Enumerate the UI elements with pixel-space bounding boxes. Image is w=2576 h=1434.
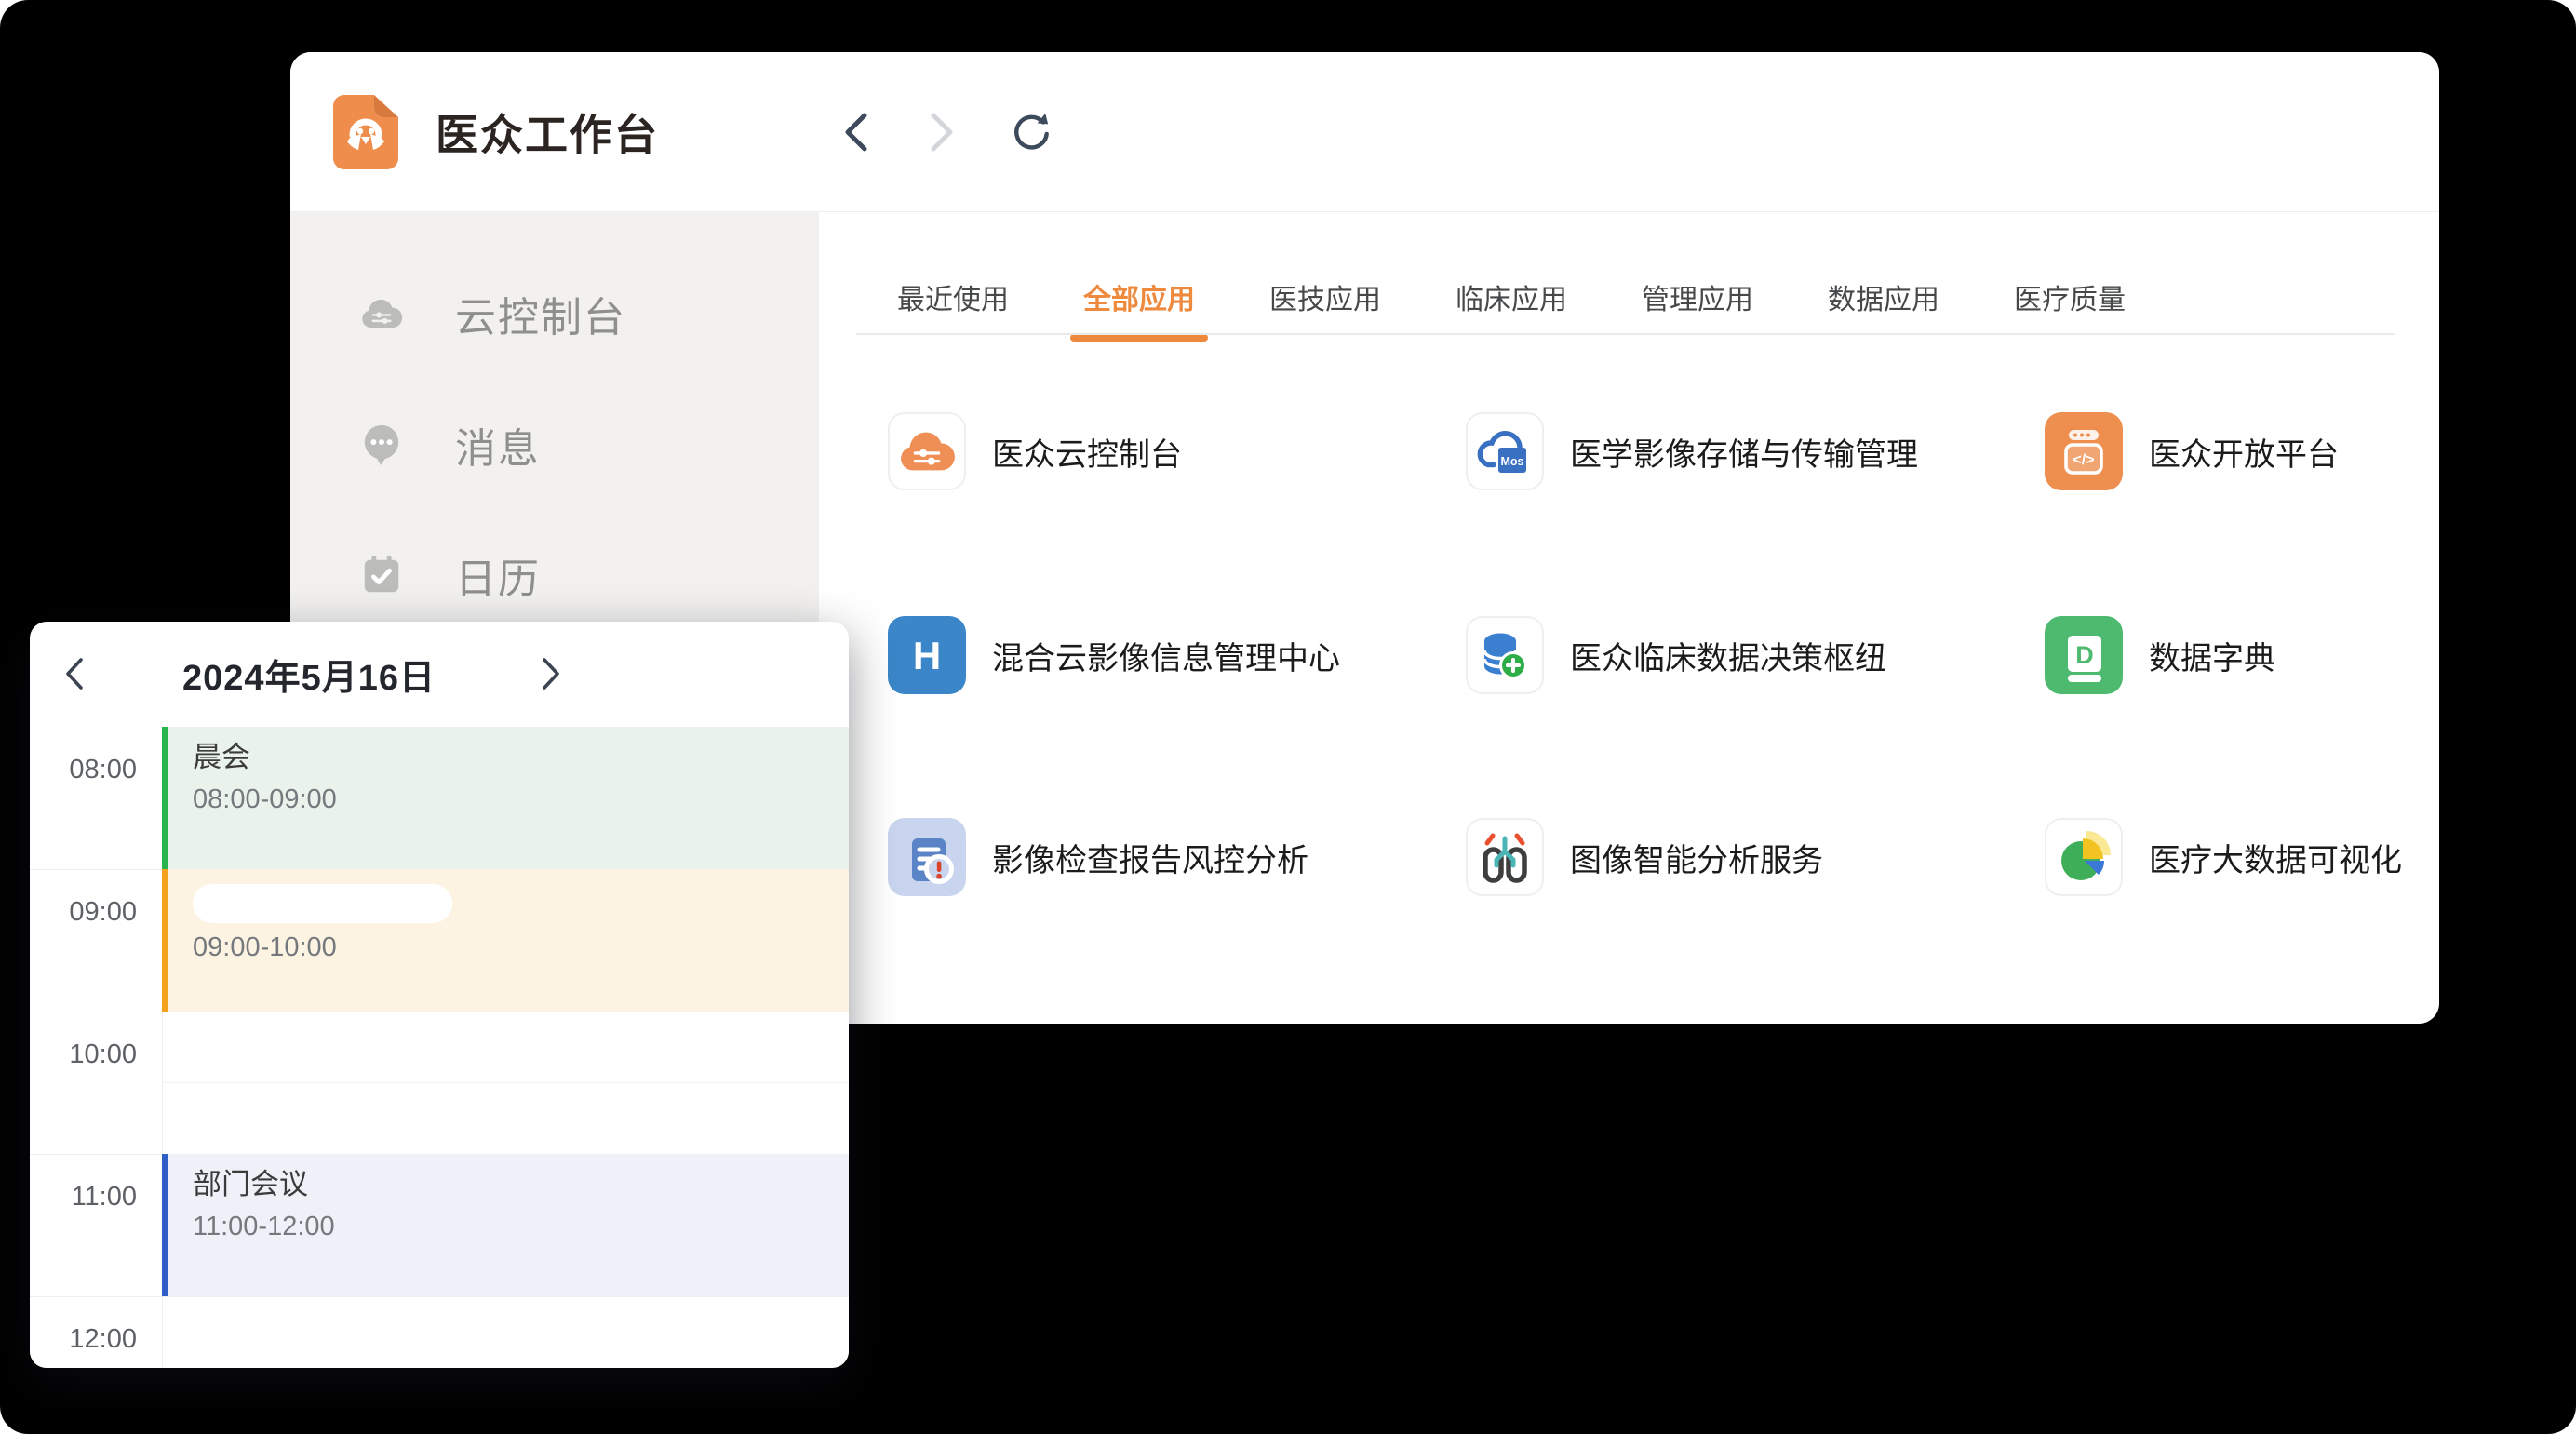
time-label: 09:00	[30, 896, 137, 928]
page-title: 医众工作台	[436, 101, 659, 163]
lungs-icon	[1475, 827, 1535, 887]
code-glyph: </>	[2073, 452, 2094, 468]
tab-medtech-apps[interactable]: 医技应用	[1269, 276, 1381, 317]
sidebar-item-label: 消息	[455, 415, 541, 475]
tab-all-apps[interactable]: 全部应用	[1083, 276, 1195, 317]
calendar-header: 2024年5月16日	[30, 622, 849, 727]
tab-bar: 最近使用 全部应用 医技应用 临床应用 管理应用 数据应用 医疗质量	[897, 259, 2126, 335]
tab-data-apps[interactable]: 数据应用	[1828, 276, 1939, 317]
calendar-event-redacted[interactable]: 09:00-10:00	[162, 869, 849, 1012]
app-label: 医疗大数据可视化	[2149, 835, 2402, 880]
open-platform-code-icon: </>	[2054, 422, 2113, 481]
app-tile-image-storage[interactable]: Mos 医学影像存储与传输管理	[1466, 412, 2006, 490]
tab-quality[interactable]: 医疗质量	[2014, 276, 2126, 317]
h-letter: H	[913, 634, 941, 677]
calendar-panel: 2024年5月16日 08:00 09:00 10:00 11:00 12:	[30, 622, 849, 1368]
database-plus-icon	[1475, 625, 1535, 685]
hour-line	[30, 1296, 849, 1297]
header-nav	[835, 52, 1051, 212]
sidebar-item-cloud-console[interactable]: 云控制台	[290, 284, 626, 343]
robot-page-icon	[333, 95, 398, 169]
cloud-console-icon	[360, 292, 403, 335]
calendar-event-morning-meeting[interactable]: 晨会 08:00-09:00	[162, 727, 849, 869]
chevron-right-icon	[929, 112, 957, 153]
dictionary-book-icon: D	[2054, 625, 2113, 685]
calendar-prev-button[interactable]	[54, 653, 95, 694]
time-label: 11:00	[30, 1181, 137, 1213]
app-label: 医众临床数据决策枢纽	[1570, 633, 1886, 678]
refresh-icon	[1010, 111, 1051, 154]
app-label: 医学影像存储与传输管理	[1570, 429, 1918, 475]
mos-badge: Mos	[1501, 455, 1524, 468]
chevron-right-icon	[541, 657, 561, 690]
tab-clinical-apps[interactable]: 临床应用	[1456, 276, 1567, 317]
app-label: 医众开放平台	[2149, 429, 2339, 475]
event-time-range: 11:00-12:00	[193, 1210, 849, 1243]
app-label: 医众云控制台	[992, 429, 1182, 475]
sidebar-item-label: 日历	[455, 545, 541, 605]
app-label: 图像智能分析服务	[1570, 835, 1823, 880]
app-tile-data-dictionary[interactable]: D 数据字典	[2045, 616, 2439, 694]
sidebar-item-label: 云控制台	[455, 284, 626, 343]
calendar-check-icon	[360, 554, 403, 596]
app-tile-report-risk[interactable]: 影像检查报告风控分析	[888, 818, 1428, 896]
refresh-button[interactable]	[1010, 112, 1051, 153]
app-tile-clinical-data-hub[interactable]: 医众临床数据决策枢纽	[1466, 616, 2006, 694]
calendar-day-grid: 08:00 09:00 10:00 11:00 12:00 晨会 08:00-0…	[30, 726, 849, 1368]
back-button[interactable]	[835, 112, 876, 153]
hybrid-cloud-icon: H	[897, 625, 957, 685]
event-title: 晨会	[193, 740, 849, 775]
sidebar-item-calendar[interactable]: 日历	[290, 545, 541, 605]
cloud-storage-icon: Mos	[1475, 422, 1535, 481]
report-alert-icon	[897, 827, 957, 887]
d-letter: D	[2075, 641, 2094, 669]
app-label: 数据字典	[2149, 633, 2275, 678]
tab-recent[interactable]: 最近使用	[897, 276, 1009, 317]
desktop-background: 医众工作台	[0, 0, 2576, 1434]
sidebar-item-messages[interactable]: 消息	[290, 415, 541, 475]
calendar-next-button[interactable]	[530, 653, 571, 694]
cloud-sliders-icon	[898, 428, 956, 475]
pie-chart-icon	[2054, 827, 2113, 887]
message-bubble-icon	[360, 423, 403, 466]
tab-divider	[856, 333, 2395, 335]
app-label: 混合云影像信息管理中心	[992, 633, 1340, 678]
chevron-left-icon	[841, 112, 869, 153]
tab-management-apps[interactable]: 管理应用	[1642, 276, 1753, 317]
time-label: 10:00	[30, 1039, 137, 1070]
chevron-left-icon	[64, 657, 85, 690]
app-tile-cloud-console[interactable]: 医众云控制台	[888, 412, 1428, 490]
event-time-range: 09:00-10:00	[193, 931, 849, 964]
app-tile-open-platform[interactable]: </> 医众开放平台	[2045, 412, 2439, 490]
redacted-event-title	[193, 884, 452, 923]
app-label: 影像检查报告风控分析	[992, 835, 1308, 880]
event-time-range: 08:00-09:00	[193, 783, 849, 816]
calendar-event-department-meeting[interactable]: 部门会议 11:00-12:00	[162, 1154, 849, 1296]
time-label: 08:00	[30, 754, 137, 785]
app-tile-big-data-viz[interactable]: 医疗大数据可视化	[2045, 818, 2439, 896]
app-content: 最近使用 全部应用 医技应用 临床应用 管理应用 数据应用 医疗质量	[819, 212, 2439, 1024]
app-tile-image-ai[interactable]: 图像智能分析服务	[1466, 818, 2006, 896]
app-tile-hybrid-cloud[interactable]: H 混合云影像信息管理中心	[888, 616, 1428, 694]
time-label: 12:00	[30, 1323, 137, 1355]
forward-button[interactable]	[922, 112, 963, 153]
window-header: 医众工作台	[290, 52, 2439, 212]
half-hour-line	[162, 1082, 849, 1083]
calendar-date-label: 2024年5月16日	[141, 622, 476, 726]
event-title: 部门会议	[193, 1167, 849, 1202]
